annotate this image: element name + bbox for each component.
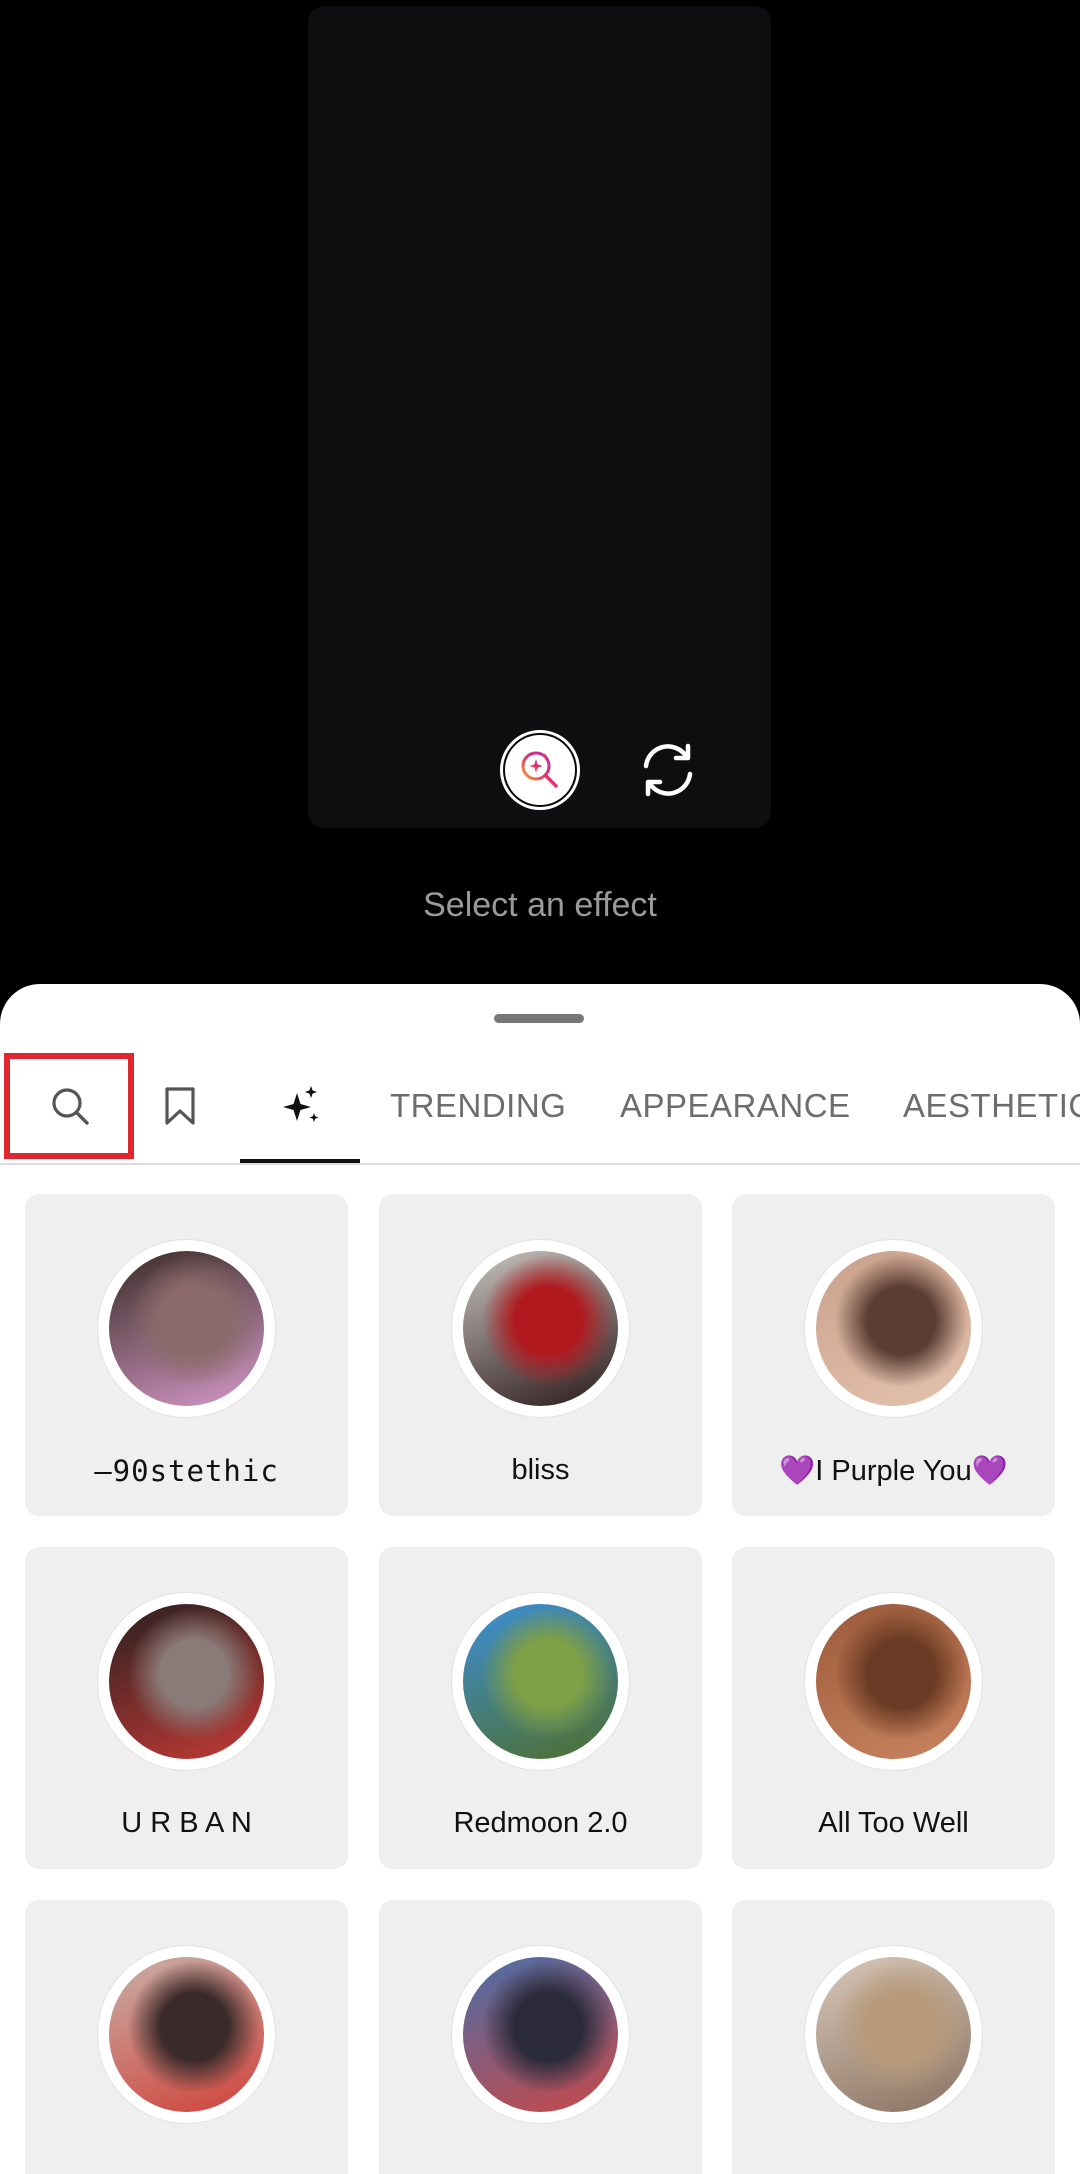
effects-tab-bar: TRENDING APPEARANCE AESTHETIC [0,1049,1080,1165]
effect-card[interactable]: All Too Well [732,1547,1055,1869]
effect-label: bliss [511,1454,570,1486]
effect-thumbnail [463,1957,618,2112]
effect-label: Redmoon 2.0 [453,1807,628,1839]
effect-label: —90stethic [94,1454,279,1488]
effect-label: 💜I Purple You💜 [779,1455,1008,1487]
effect-thumbnail [109,1957,264,2112]
sparkle-icon [283,1086,319,1122]
tab-trending[interactable]: TRENDING [390,1049,566,1163]
flip-camera-button[interactable] [630,732,706,808]
camera-preview [308,6,771,828]
effects-sheet: TRENDING APPEARANCE AESTHETIC —90stethic… [0,984,1080,2174]
effect-card[interactable] [379,1900,702,2174]
tab-aesthetic[interactable]: AESTHETIC [903,1049,1080,1163]
effect-thumbnail [109,1251,264,1406]
tab-for-you[interactable] [240,1049,360,1163]
effect-card[interactable] [732,1900,1055,2174]
sheet-drag-handle[interactable] [494,1014,584,1023]
effect-thumbnail [816,1604,971,1759]
effect-thumbnail [816,1957,971,2112]
tab-search[interactable] [0,1049,140,1163]
active-tab-indicator [240,1159,360,1163]
effect-label: U R B A N [121,1807,252,1839]
effect-card[interactable] [25,1900,348,2174]
effect-thumbnail [463,1251,618,1406]
bookmark-icon [165,1087,195,1125]
effect-thumbnail [463,1604,618,1759]
effect-search-icon [521,751,558,788]
effect-card[interactable]: U R B A N [25,1547,348,1869]
effect-card[interactable]: 💜I Purple You💜 [732,1194,1055,1516]
tab-appearance[interactable]: APPEARANCE [620,1049,851,1163]
effect-thumbnail [816,1251,971,1406]
flip-camera-icon [643,743,693,797]
select-effect-label: Select an effect [423,886,657,924]
effect-thumbnail [109,1604,264,1759]
effect-label: All Too Well [818,1807,969,1839]
highlight-box [4,1053,134,1159]
tab-saved[interactable] [150,1049,210,1163]
effect-card[interactable]: —90stethic [25,1194,348,1516]
effect-card[interactable]: bliss [379,1194,702,1516]
effect-browser-button[interactable] [500,730,580,810]
effect-card[interactable]: Redmoon 2.0 [379,1547,702,1869]
